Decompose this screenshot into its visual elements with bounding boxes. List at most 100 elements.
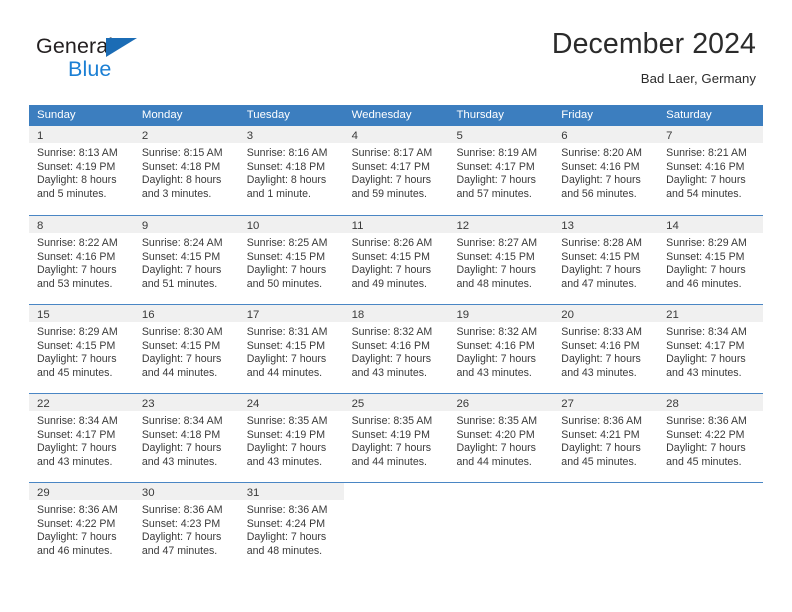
sunset-line: Sunset: 4:16 PM xyxy=(351,339,430,352)
day-cell[interactable]: 14 Sunrise: 8:29 AM Sunset: 4:15 PM Dayl… xyxy=(658,216,764,304)
daylight-line-2: and 43 minutes. xyxy=(37,455,113,468)
day-cell[interactable]: 21 Sunrise: 8:34 AM Sunset: 4:17 PM Dayl… xyxy=(658,305,764,393)
day-cell[interactable]: 16 Sunrise: 8:30 AM Sunset: 4:15 PM Dayl… xyxy=(133,305,239,393)
day-number-band xyxy=(658,483,764,500)
day-number-band: 13 xyxy=(553,216,659,233)
week-row: 8 Sunrise: 8:22 AM Sunset: 4:16 PM Dayli… xyxy=(29,215,764,304)
daylight-line-2: and 56 minutes. xyxy=(561,187,637,200)
day-details: Sunrise: 8:32 AM Sunset: 4:16 PM Dayligh… xyxy=(344,322,449,380)
day-cell[interactable]: 11 Sunrise: 8:26 AM Sunset: 4:15 PM Dayl… xyxy=(343,216,449,304)
sunset-line: Sunset: 4:15 PM xyxy=(561,250,640,263)
day-details: Sunrise: 8:13 AM Sunset: 4:19 PM Dayligh… xyxy=(29,143,134,201)
day-cell[interactable]: 17 Sunrise: 8:31 AM Sunset: 4:15 PM Dayl… xyxy=(238,305,344,393)
daylight-line-2: and 43 minutes. xyxy=(246,455,323,468)
day-number-band xyxy=(553,483,659,500)
day-cell[interactable]: 3 Sunrise: 8:16 AM Sunset: 4:18 PM Dayli… xyxy=(238,126,344,215)
day-cell[interactable]: 22 Sunrise: 8:34 AM Sunset: 4:17 PM Dayl… xyxy=(29,394,134,482)
day-cell[interactable]: 6 Sunrise: 8:20 AM Sunset: 4:16 PM Dayli… xyxy=(553,126,659,215)
day-cell[interactable]: 23 Sunrise: 8:34 AM Sunset: 4:18 PM Dayl… xyxy=(133,394,239,482)
day-number-band: 16 xyxy=(133,305,239,322)
daylight-line-2: and 49 minutes. xyxy=(351,277,427,290)
sunrise-line: Sunrise: 8:19 AM xyxy=(456,147,538,159)
day-number-band xyxy=(448,483,554,500)
day-cell[interactable]: 15 Sunrise: 8:29 AM Sunset: 4:15 PM Dayl… xyxy=(29,305,134,393)
day-cell[interactable]: 1 Sunrise: 8:13 AM Sunset: 4:19 PM Dayli… xyxy=(29,126,134,215)
triangle-icon xyxy=(106,38,137,57)
sunrise-line: Sunrise: 8:15 AM xyxy=(141,147,223,159)
day-cell[interactable]: 29 Sunrise: 8:36 AM Sunset: 4:22 PM Dayl… xyxy=(29,483,134,571)
daylight-line-2: and 47 minutes. xyxy=(141,544,218,557)
daylight-line-1: Daylight: 7 hours xyxy=(351,174,432,187)
day-cell[interactable]: 13 Sunrise: 8:28 AM Sunset: 4:15 PM Dayl… xyxy=(553,216,659,304)
day-number: 25 xyxy=(351,398,365,410)
day-number-band: 29 xyxy=(29,483,134,500)
day-details: Sunrise: 8:20 AM Sunset: 4:16 PM Dayligh… xyxy=(553,143,658,201)
daylight-line-2: and 45 minutes. xyxy=(37,366,113,379)
day-cell[interactable]: 12 Sunrise: 8:27 AM Sunset: 4:15 PM Dayl… xyxy=(448,216,554,304)
sunrise-line: Sunrise: 8:21 AM xyxy=(666,147,747,159)
daylight-line-2: and 59 minutes. xyxy=(351,187,427,200)
daylight-line-1: Daylight: 7 hours xyxy=(666,174,746,187)
sunrise-line: Sunrise: 8:27 AM xyxy=(456,237,538,249)
day-cell[interactable]: 30 Sunrise: 8:36 AM Sunset: 4:23 PM Dayl… xyxy=(133,483,239,571)
day-number-band: 6 xyxy=(553,126,659,143)
day-details: Sunrise: 8:29 AM Sunset: 4:15 PM Dayligh… xyxy=(658,233,763,291)
sunrise-line: Sunrise: 8:26 AM xyxy=(351,237,433,249)
weekday-header-row: Sunday Monday Tuesday Wednesday Thursday… xyxy=(29,105,763,126)
day-cell[interactable]: 7 Sunrise: 8:21 AM Sunset: 4:16 PM Dayli… xyxy=(658,126,764,215)
day-details: Sunrise: 8:33 AM Sunset: 4:16 PM Dayligh… xyxy=(553,322,658,380)
day-number-band: 3 xyxy=(238,126,344,143)
day-details: Sunrise: 8:35 AM Sunset: 4:19 PM Dayligh… xyxy=(239,411,344,469)
page-header: General Blue December 2024 Bad Laer, Ger… xyxy=(0,0,792,86)
sunset-line: Sunset: 4:16 PM xyxy=(37,250,116,263)
day-number: 13 xyxy=(561,220,574,232)
day-cell[interactable]: 19 Sunrise: 8:32 AM Sunset: 4:16 PM Dayl… xyxy=(448,305,554,393)
sunset-line: Sunset: 4:21 PM xyxy=(561,428,640,441)
day-number-band: 27 xyxy=(553,394,659,411)
day-cell[interactable]: 10 Sunrise: 8:25 AM Sunset: 4:15 PM Dayl… xyxy=(238,216,344,304)
sunset-line: Sunset: 4:17 PM xyxy=(666,339,745,352)
day-details: Sunrise: 8:34 AM Sunset: 4:18 PM Dayligh… xyxy=(134,411,239,469)
day-cell[interactable]: 18 Sunrise: 8:32 AM Sunset: 4:16 PM Dayl… xyxy=(343,305,449,393)
day-details: Sunrise: 8:29 AM Sunset: 4:15 PM Dayligh… xyxy=(29,322,134,380)
sunrise-line: Sunrise: 8:34 AM xyxy=(666,326,747,338)
day-number: 9 xyxy=(141,220,149,232)
day-cell[interactable]: 24 Sunrise: 8:35 AM Sunset: 4:19 PM Dayl… xyxy=(238,394,344,482)
day-cell[interactable]: 9 Sunrise: 8:24 AM Sunset: 4:15 PM Dayli… xyxy=(133,216,239,304)
day-cell[interactable]: 31 Sunrise: 8:36 AM Sunset: 4:24 PM Dayl… xyxy=(238,483,344,571)
day-cell[interactable]: 27 Sunrise: 8:36 AM Sunset: 4:21 PM Dayl… xyxy=(553,394,659,482)
day-cell[interactable]: 2 Sunrise: 8:15 AM Sunset: 4:18 PM Dayli… xyxy=(133,126,239,215)
generalblue-logo[interactable]: General Blue xyxy=(36,35,226,88)
day-cell[interactable]: 8 Sunrise: 8:22 AM Sunset: 4:16 PM Dayli… xyxy=(29,216,134,304)
day-number-band: 21 xyxy=(658,305,764,322)
week-row: 29 Sunrise: 8:36 AM Sunset: 4:22 PM Dayl… xyxy=(29,482,764,571)
day-cell[interactable]: 26 Sunrise: 8:35 AM Sunset: 4:20 PM Dayl… xyxy=(448,394,554,482)
day-details: Sunrise: 8:35 AM Sunset: 4:20 PM Dayligh… xyxy=(448,411,553,469)
day-number-band: 7 xyxy=(658,126,764,143)
calendar-page: General Blue December 2024 Bad Laer, Ger… xyxy=(0,0,792,612)
day-cell[interactable]: 28 Sunrise: 8:36 AM Sunset: 4:22 PM Dayl… xyxy=(658,394,764,482)
day-number: 18 xyxy=(351,309,365,321)
weekday-tuesday: Tuesday xyxy=(246,109,290,121)
sunrise-line: Sunrise: 8:36 AM xyxy=(561,415,642,427)
day-cell[interactable]: 20 Sunrise: 8:33 AM Sunset: 4:16 PM Dayl… xyxy=(553,305,659,393)
daylight-line-1: Daylight: 7 hours xyxy=(141,264,222,277)
daylight-line-1: Daylight: 7 hours xyxy=(246,531,327,544)
day-cell[interactable]: 5 Sunrise: 8:19 AM Sunset: 4:17 PM Dayli… xyxy=(448,126,554,215)
day-details: Sunrise: 8:36 AM Sunset: 4:23 PM Dayligh… xyxy=(134,500,239,558)
day-number-band: 20 xyxy=(553,305,659,322)
day-cell[interactable]: 4 Sunrise: 8:17 AM Sunset: 4:17 PM Dayli… xyxy=(343,126,449,215)
daylight-line-1: Daylight: 8 hours xyxy=(37,174,117,187)
day-details: Sunrise: 8:15 AM Sunset: 4:18 PM Dayligh… xyxy=(134,143,239,201)
day-number: 4 xyxy=(351,130,358,142)
daylight-line-2: and 44 minutes. xyxy=(456,455,532,468)
title-block: December 2024 Bad Laer, Germany xyxy=(552,29,756,86)
sunset-line: Sunset: 4:15 PM xyxy=(351,250,430,263)
daylight-line-2: and 44 minutes. xyxy=(351,455,427,468)
day-cell[interactable]: 25 Sunrise: 8:35 AM Sunset: 4:19 PM Dayl… xyxy=(343,394,449,482)
daylight-line-2: and 44 minutes. xyxy=(141,366,218,379)
daylight-line-1: Daylight: 7 hours xyxy=(141,442,222,455)
day-number-band: 15 xyxy=(29,305,134,322)
day-number: 14 xyxy=(666,220,679,232)
day-number-band: 24 xyxy=(238,394,344,411)
